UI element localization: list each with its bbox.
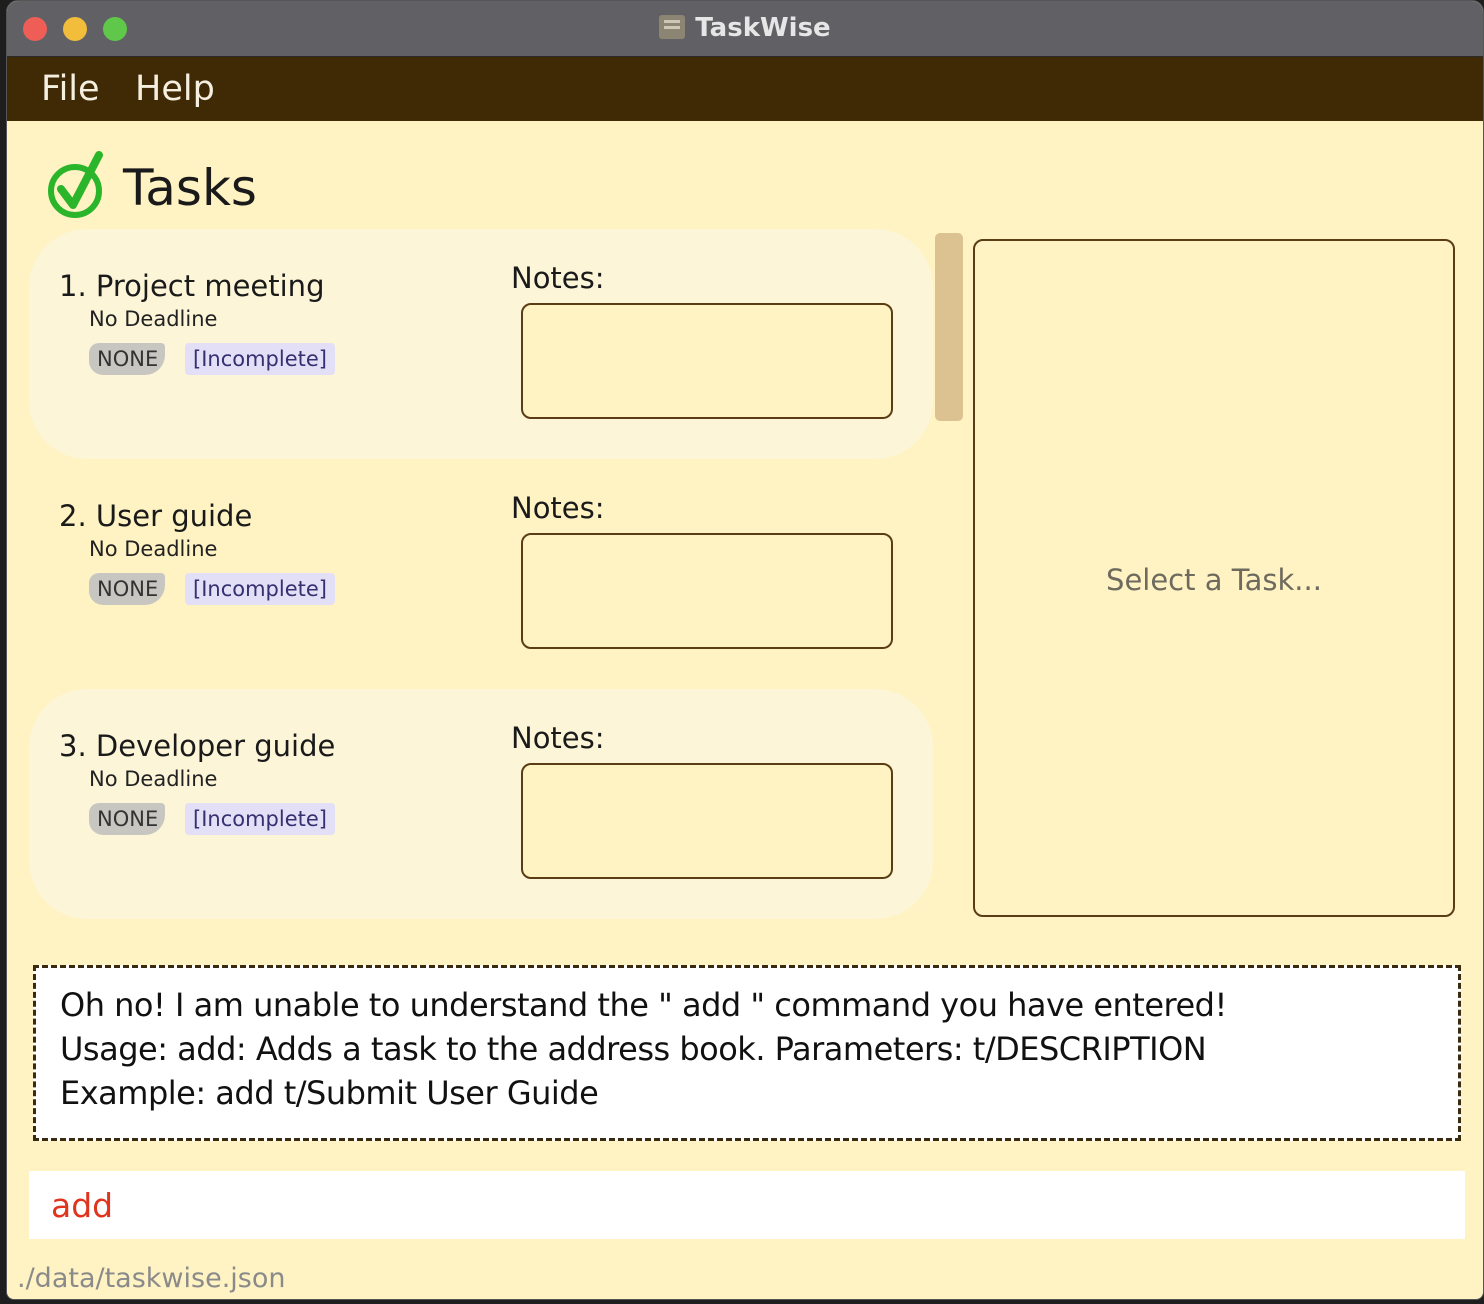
title-bar: TaskWise	[7, 1, 1483, 57]
result-line: Oh no! I am unable to understand the " a…	[60, 986, 1227, 1024]
menu-bar: File Help	[7, 57, 1483, 121]
priority-tag: NONE	[89, 343, 165, 375]
notes-label: Notes:	[511, 261, 605, 295]
result-display: Oh no! I am unable to understand the " a…	[33, 965, 1461, 1141]
menu-file[interactable]: File	[41, 69, 100, 109]
result-line: Example: add t/Submit User Guide	[60, 1074, 599, 1112]
command-input[interactable]	[29, 1171, 1465, 1239]
task-name: 2. User guide	[59, 499, 253, 533]
detail-placeholder: Select a Task...	[1106, 563, 1322, 597]
priority-tag: NONE	[89, 803, 165, 835]
task-list[interactable]: 1. Project meeting No Deadline NONE [Inc…	[29, 229, 933, 919]
status-tag: [Incomplete]	[185, 803, 335, 835]
task-deadline: No Deadline	[89, 767, 218, 791]
task-card[interactable]: 2. User guide No Deadline NONE [Incomple…	[29, 459, 933, 689]
notes-box[interactable]	[521, 763, 893, 879]
menu-help[interactable]: Help	[135, 69, 215, 109]
result-line: Usage: add: Adds a task to the address b…	[60, 1030, 1207, 1068]
task-card[interactable]: 1. Project meeting No Deadline NONE [Inc…	[29, 229, 933, 459]
notes-label: Notes:	[511, 491, 605, 525]
task-detail-panel: Select a Task...	[973, 239, 1455, 917]
task-deadline: No Deadline	[89, 307, 218, 331]
app-window: TaskWise File Help Tasks 1. Project meet…	[6, 0, 1484, 1300]
task-card[interactable]: 3. Developer guide No Deadline NONE [Inc…	[29, 689, 933, 919]
priority-tag: NONE	[89, 573, 165, 605]
task-list-scrollbar[interactable]	[935, 233, 963, 421]
status-tag: [Incomplete]	[185, 343, 335, 375]
tasks-title: Tasks	[123, 159, 257, 217]
green-check-icon	[48, 151, 103, 218]
status-tag: [Incomplete]	[185, 573, 335, 605]
task-name: 1. Project meeting	[59, 269, 325, 303]
window-title-text: TaskWise	[695, 13, 831, 43]
task-name: 3. Developer guide	[59, 729, 336, 763]
notes-label: Notes:	[511, 721, 605, 755]
notes-box[interactable]	[521, 533, 893, 649]
taskwise-app-icon	[659, 15, 686, 39]
window-title: TaskWise	[7, 13, 1483, 43]
task-deadline: No Deadline	[89, 537, 218, 561]
status-bar-path: ./data/taskwise.json	[17, 1263, 286, 1294]
notes-box[interactable]	[521, 303, 893, 419]
